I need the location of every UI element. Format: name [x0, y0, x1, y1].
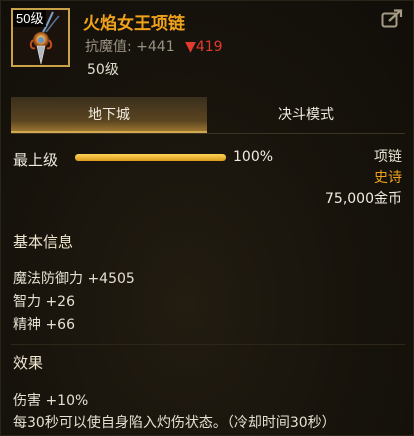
- grade-bar-fill: [75, 154, 226, 161]
- grade-percent: 100%: [233, 149, 274, 165]
- item-header: 50级 火焰女王项链 抗魔值: +441 ▼419 50级: [1, 1, 414, 91]
- tab-dungeon[interactable]: 地下城: [11, 97, 207, 133]
- share-icon[interactable]: [381, 9, 403, 29]
- tab-pvp[interactable]: 决斗模式: [207, 97, 405, 133]
- item-price: 75,000金币: [325, 191, 402, 207]
- item-meta: 项链 史诗 75,000金币: [325, 147, 402, 210]
- effect-title: 效果: [13, 354, 44, 372]
- grade-label: 最上级: [13, 151, 59, 169]
- item-name: 火焰女王项链: [83, 14, 185, 34]
- tabs-divider: [11, 133, 405, 134]
- mode-tabs: 地下城 决斗模式: [1, 97, 414, 133]
- effect-line-burn: 每30秒可以使自身陷入灼伤状态。（冷却时间30秒）: [13, 415, 336, 431]
- item-icon-frame[interactable]: 50级: [11, 8, 70, 67]
- section-divider: [11, 344, 405, 345]
- basic-line-magic-def: 魔法防御力 +4505: [13, 271, 135, 287]
- grade-bar: [75, 154, 226, 161]
- item-type: 项链: [374, 149, 402, 165]
- resist-stat: 抗魔值: +441 ▼419: [85, 36, 223, 56]
- basic-line-spirit: 精神 +66: [13, 317, 75, 333]
- basic-info-title: 基本信息: [13, 233, 74, 251]
- item-level-tag: 50级: [13, 10, 47, 27]
- resist-diff: ▼419: [185, 39, 223, 55]
- resist-value: +441: [136, 39, 175, 55]
- resist-label: 抗魔值:: [85, 39, 132, 55]
- item-rarity: 史诗: [374, 170, 402, 186]
- effect-line-damage: 伤害 +10%: [13, 393, 89, 409]
- item-tooltip-panel: 50级 火焰女王项链 抗魔值: +441 ▼419 50级 地下城 决斗模式 最…: [0, 0, 414, 436]
- basic-line-int: 智力 +26: [13, 294, 75, 310]
- item-level: 50级: [87, 62, 119, 78]
